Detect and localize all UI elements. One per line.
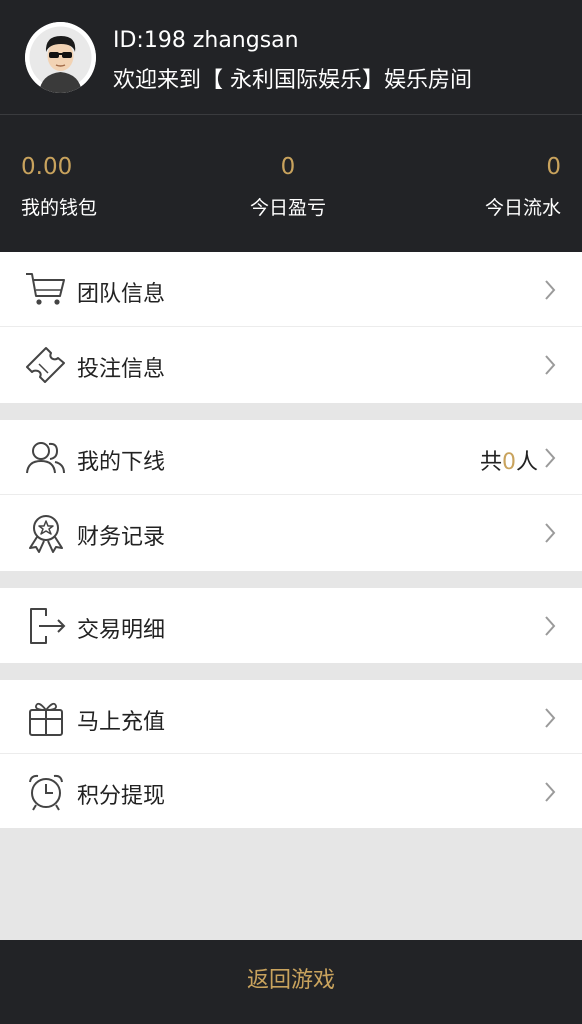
menu-item-team-info[interactable]: 团队信息 — [0, 252, 582, 327]
points-withdraw-label: 积分提现 — [77, 784, 166, 809]
back-to-game-button[interactable]: 返回游戏 — [0, 962, 582, 994]
menu-item-finance-records[interactable]: 财务记录 — [0, 495, 582, 570]
today-turnover-label: 今日流水 — [484, 197, 561, 219]
transaction-details-label: 交易明细 — [77, 618, 166, 643]
my-downline-label: 我的下线 — [77, 450, 166, 475]
chevron-right-icon — [544, 615, 556, 637]
downline-count: 共0人 — [479, 450, 538, 475]
stats-bar: 0.00 我的钱包 0 今日盈亏 0 今日流水 — [0, 115, 582, 252]
alarm-clock-icon — [24, 772, 68, 812]
avatar[interactable] — [25, 22, 96, 93]
today-profit-value: 0 — [280, 154, 296, 180]
chevron-right-icon — [544, 522, 556, 544]
chevron-right-icon — [544, 279, 556, 301]
chevron-right-icon — [544, 707, 556, 729]
user-id: ID:198 zhangsan — [113, 28, 299, 53]
stat-wallet[interactable]: 0.00 我的钱包 — [21, 153, 97, 220]
today-turnover-value: 0 — [546, 154, 561, 180]
users-icon — [24, 438, 68, 478]
badge-icon — [24, 513, 68, 553]
gift-icon — [24, 698, 68, 738]
team-info-label: 团队信息 — [77, 282, 166, 307]
menu-item-transaction-details[interactable]: 交易明细 — [0, 588, 582, 663]
exit-icon — [24, 606, 68, 646]
finance-records-label: 财务记录 — [77, 525, 166, 550]
menu-group-transactions: 交易明细 — [0, 588, 582, 663]
member-center-page: ID:198 zhangsan 欢迎来到【 永利国际娱乐】娱乐房间 0.00 我… — [0, 0, 582, 1024]
bet-info-label: 投注信息 — [77, 357, 166, 382]
menu-item-my-downline[interactable]: 我的下线 共0人 — [0, 420, 582, 495]
footer-bar: 返回游戏 — [0, 940, 582, 1024]
menu-item-bet-info[interactable]: 投注信息 — [0, 327, 582, 402]
chevron-right-icon — [544, 354, 556, 376]
menu-item-recharge[interactable]: 马上充值 — [0, 680, 582, 754]
today-profit-label: 今日盈亏 — [249, 197, 326, 219]
wallet-label: 我的钱包 — [21, 197, 98, 219]
welcome-message: 欢迎来到【 永利国际娱乐】娱乐房间 — [113, 68, 472, 93]
menu-item-points-withdraw[interactable]: 积分提现 — [0, 754, 582, 828]
menu-group-funds: 马上充值 积分提现 — [0, 680, 582, 828]
stat-today-profit[interactable]: 0 今日盈亏 — [231, 153, 345, 220]
recharge-label: 马上充值 — [77, 710, 166, 735]
ticket-icon — [24, 345, 68, 385]
menu-group-info: 团队信息 投注信息 — [0, 252, 582, 403]
profile-header: ID:198 zhangsan 欢迎来到【 永利国际娱乐】娱乐房间 — [0, 0, 582, 115]
chevron-right-icon — [544, 447, 556, 469]
chevron-right-icon — [544, 781, 556, 803]
stat-today-turnover[interactable]: 0 今日流水 — [485, 153, 561, 220]
menu-group-downline: 我的下线 共0人 财务记录 — [0, 420, 582, 571]
cart-icon — [24, 270, 68, 310]
wallet-value: 0.00 — [21, 154, 73, 180]
